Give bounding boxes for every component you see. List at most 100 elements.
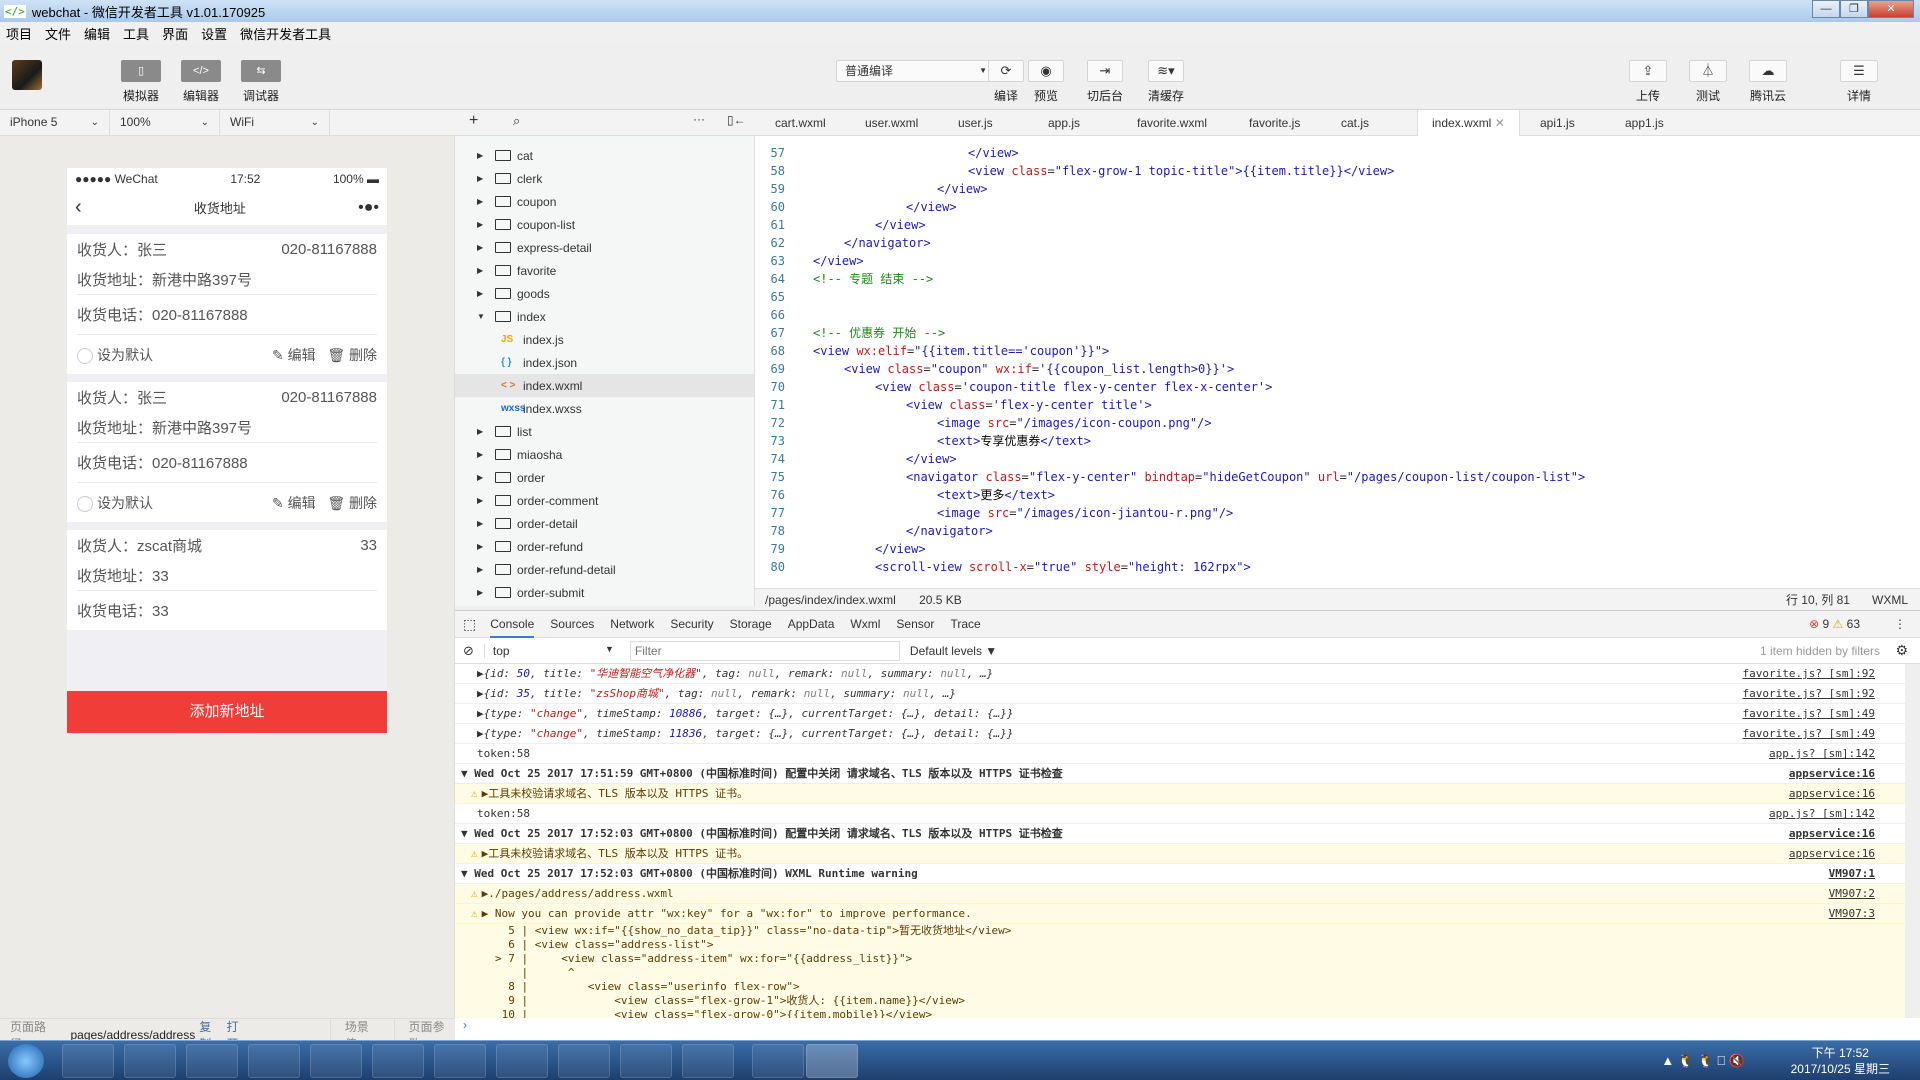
console-row[interactable]: ⚠ ▶工具未校验请求域名、TLS 版本以及 HTTPS 证书。 appservice…: [455, 844, 1905, 864]
devtools-tab[interactable]: Security: [670, 610, 713, 638]
menu-item[interactable]: 界面: [162, 24, 188, 43]
source-link[interactable]: app.js? [sm]:142: [1769, 804, 1875, 823]
editor-tab[interactable]: cat.js: [1341, 110, 1369, 136]
console-output[interactable]: ▶{id: 50, title: "华迪智能空气净化器", tag: null,…: [455, 664, 1905, 1018]
cloud-button[interactable]: ☁ 腾讯云: [1749, 60, 1787, 104]
console-row[interactable]: ▶{id: 35, title: "zsShop商城", tag: null, …: [455, 684, 1905, 704]
menu-item[interactable]: 编辑: [84, 24, 110, 43]
tree-folder[interactable]: ▶ order-detail: [455, 512, 754, 535]
tree-folder[interactable]: ▶ miaosha: [455, 443, 754, 466]
tree-item-partial[interactable]: [455, 136, 754, 144]
menu-item[interactable]: 文件: [45, 24, 71, 43]
context-select[interactable]: top ▼: [483, 643, 624, 658]
tree-file[interactable]: { } index.json: [455, 351, 754, 374]
menu-item[interactable]: 工具: [123, 24, 149, 43]
console-row[interactable]: ⚠ ▶工具未校验请求域名、TLS 版本以及 HTTPS 证书。 appservice…: [455, 784, 1905, 804]
editor-tab[interactable]: user.js: [958, 110, 993, 136]
caret-right-icon[interactable]: ▶: [477, 266, 489, 275]
source-link[interactable]: VM907:2: [1829, 884, 1875, 903]
editor-tab[interactable]: app.js: [1048, 110, 1080, 136]
phone-button[interactable]: ▯ 模拟器: [121, 60, 161, 104]
tree-folder[interactable]: ▶ clerk: [455, 167, 754, 190]
menu-item[interactable]: 微信开发者工具: [240, 24, 331, 43]
devtools-tab[interactable]: Network: [610, 610, 654, 638]
tree-folder[interactable]: ▶ order-submit: [455, 581, 754, 604]
delete-button[interactable]: 🗑 删除: [327, 347, 377, 363]
console-row[interactable]: ▼ Wed Oct 25 2017 17:51:59 GMT+0800 (中国标…: [455, 764, 1905, 784]
tree-folder[interactable]: ▶ order: [455, 466, 754, 489]
back-icon[interactable]: ‹: [75, 196, 82, 219]
code-editor[interactable]: 57 </view> 58 <view class="flex-grow-1 topi…: [755, 136, 1920, 588]
devtools-tab[interactable]: Storage: [730, 610, 772, 638]
console-filter-input[interactable]: [629, 640, 900, 661]
minimize-button[interactable]: —: [1812, 0, 1840, 18]
caret-right-icon[interactable]: ▶: [477, 220, 489, 229]
taskbar-app-explorer[interactable]: [62, 1044, 114, 1078]
refresh-button[interactable]: ⟳ 编译: [988, 60, 1024, 104]
eye-button[interactable]: ◉ 预览: [1028, 60, 1064, 104]
set-default-radio[interactable]: 设为默认: [77, 345, 153, 365]
source-link[interactable]: appservice:16: [1789, 764, 1875, 783]
caret-right-icon[interactable]: ▶: [477, 565, 489, 574]
tree-folder[interactable]: ▶ order-comment: [455, 489, 754, 512]
source-link[interactable]: appservice:16: [1789, 844, 1875, 863]
caret-right-icon[interactable]: ▶: [477, 427, 489, 436]
tree-folder[interactable]: ▶ coupon: [455, 190, 754, 213]
console-row[interactable]: ▶{type: "change", timeStamp: 10886, targ…: [455, 704, 1905, 724]
caret-right-icon[interactable]: ▶: [477, 289, 489, 298]
device-select[interactable]: iPhone 5 ⌄: [0, 110, 110, 135]
source-link[interactable]: appservice:16: [1789, 784, 1875, 803]
taskbar-app-qq[interactable]: [310, 1044, 362, 1078]
taskbar-app-app[interactable]: [496, 1044, 548, 1078]
devtools-tab[interactable]: Sources: [550, 610, 594, 638]
error-count[interactable]: ⊗ 9 ⚠ 63: [1809, 617, 1860, 631]
menu-item[interactable]: 设置: [201, 24, 227, 43]
editor-tab[interactable]: cart.wxml: [775, 110, 826, 136]
taskbar-app-redis[interactable]: [434, 1044, 486, 1078]
console-row[interactable]: ▼ Wed Oct 25 2017 17:52:03 GMT+0800 (中国标…: [455, 824, 1905, 844]
console-row[interactable]: ▶{id: 50, title: "华迪智能空气净化器", tag: null,…: [455, 664, 1905, 684]
tree-file[interactable]: JS index.js: [455, 328, 754, 351]
tree-folder[interactable]: ▶ favorite: [455, 259, 754, 282]
search-icon[interactable]: ⌕: [513, 113, 520, 129]
maximize-button[interactable]: ❐: [1840, 0, 1868, 18]
console-row[interactable]: ⚠ ▶./pages/address/address.wxml VM907:2: [455, 884, 1905, 904]
console-row[interactable]: ⚠ ▶ Now you can provide attr "wx:key" for…: [455, 904, 1905, 924]
devtools-tab[interactable]: Wxml: [850, 610, 880, 638]
add-icon[interactable]: +: [469, 112, 478, 130]
collapse-panel-icon[interactable]: ▯←: [727, 113, 746, 127]
tree-folder[interactable]: ▶ express-detail: [455, 236, 754, 259]
tree-folder[interactable]: ▶ order-refund-detail: [455, 558, 754, 581]
set-default-radio[interactable]: 设为默认: [77, 493, 153, 513]
taskbar-app-picasa[interactable]: [124, 1044, 176, 1078]
zoom-select[interactable]: 100% ⌄: [110, 110, 220, 135]
source-link[interactable]: VM907:3: [1829, 904, 1875, 923]
source-link[interactable]: app.js? [sm]:142: [1769, 744, 1875, 763]
tree-folder[interactable]: ▶ goods: [455, 282, 754, 305]
editor-tab[interactable]: user.wxml: [865, 110, 918, 136]
console-row[interactable]: ▼ Wed Oct 25 2017 17:52:03 GMT+0800 (中国标…: [455, 864, 1905, 884]
inspect-element-icon[interactable]: ⬚: [463, 616, 476, 633]
devtools-tab[interactable]: Sensor: [896, 610, 934, 638]
source-link[interactable]: appservice:16: [1789, 824, 1875, 843]
more-icon[interactable]: •●•: [358, 199, 379, 217]
editor-tab[interactable]: index.wxml ✕: [1417, 110, 1520, 137]
network-select[interactable]: WiFi ⌄: [220, 110, 330, 135]
editor-tab[interactable]: favorite.js: [1249, 110, 1300, 136]
editor-tab[interactable]: favorite.wxml: [1137, 110, 1207, 136]
menu-item[interactable]: 项目: [6, 24, 32, 43]
tree-folder[interactable]: ▶ coupon-list: [455, 213, 754, 236]
taskbar-app-wechat[interactable]: [558, 1044, 610, 1078]
caret-right-icon[interactable]: ▶: [477, 197, 489, 206]
caret-right-icon[interactable]: ▶: [477, 151, 489, 160]
code-button[interactable]: </> 编辑器: [181, 60, 221, 104]
editor-tab[interactable]: app1.js: [1625, 110, 1664, 136]
console-row[interactable]: token:58 app.js? [sm]:142: [455, 744, 1905, 764]
start-button[interactable]: [8, 1044, 44, 1078]
avatar[interactable]: [12, 60, 42, 90]
delete-button[interactable]: 🗑 删除: [327, 495, 377, 511]
caret-right-icon[interactable]: ▶: [477, 174, 489, 183]
caret-right-icon[interactable]: ▶: [477, 450, 489, 459]
devtools-tab[interactable]: Console: [490, 610, 535, 638]
tree-folder[interactable]: ▶ cat: [455, 144, 754, 167]
